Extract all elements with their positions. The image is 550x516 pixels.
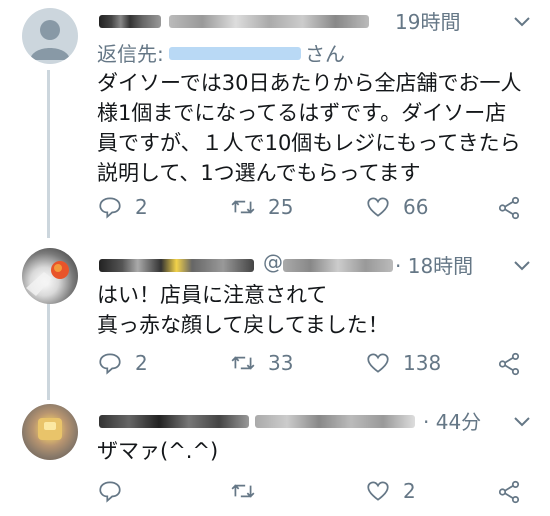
retweet-icon: [231, 484, 255, 498]
chevron-down-icon[interactable]: [510, 409, 534, 433]
user-avatar[interactable]: [22, 404, 78, 460]
reply-button[interactable]: 2: [97, 194, 148, 220]
tweet-text-line: はい！店員に注意されて: [97, 283, 328, 307]
user-avatar[interactable]: [22, 248, 78, 304]
user-handle[interactable]: [283, 259, 393, 272]
display-name[interactable]: [99, 15, 161, 28]
chevron-down-icon[interactable]: [510, 9, 534, 33]
tweet-actions: 2: [97, 478, 550, 508]
tweet-text-line: 真っ赤な顔して戻してました！: [97, 313, 389, 337]
tweet-time[interactable]: · 18時間: [395, 250, 473, 279]
retweet-button[interactable]: 33: [230, 350, 293, 376]
tweet-text-line: 様1個までになってるはずです。ダイソー店: [97, 101, 507, 125]
like-icon: [367, 353, 389, 373]
tweet-text-line: ダイソーでは30日あたりから全店舗でお一人: [97, 71, 522, 95]
like-button[interactable]: 66: [365, 194, 428, 220]
tweet-text: はい！店員に注意されて 真っ赤な顔して戻してました！: [97, 280, 534, 340]
tweet-header: 19時間: [97, 6, 534, 36]
share-icon[interactable]: [496, 479, 522, 505]
tweet-actions: 2 25 66: [97, 194, 550, 224]
reply-count: 2: [135, 351, 148, 375]
handle-prefix: @: [263, 250, 283, 274]
retweet-count: 33: [268, 351, 294, 375]
retweet-count: 25: [268, 195, 294, 219]
reply-to-prefix: 返信先:: [97, 42, 164, 66]
thread-line: [47, 70, 50, 238]
reply-button[interactable]: [97, 478, 135, 504]
tweet-header: · 44分: [97, 406, 534, 436]
retweet-button[interactable]: [230, 478, 268, 504]
thread-line: [47, 296, 50, 400]
default-avatar-icon[interactable]: [22, 8, 78, 64]
reply-icon: [99, 353, 121, 375]
like-count: 138: [403, 351, 442, 375]
reply-button[interactable]: 2: [97, 350, 148, 376]
share-icon[interactable]: [496, 195, 522, 221]
tweet-text-line: ザマァ(^.^): [97, 439, 219, 463]
retweet-icon: [231, 200, 255, 214]
tweet-text: ザマァ(^.^): [97, 436, 534, 466]
retweet-icon: [231, 356, 255, 370]
like-button[interactable]: 138: [365, 350, 441, 376]
like-count: 66: [403, 195, 429, 219]
tweet-time[interactable]: · 44分: [423, 406, 481, 435]
user-handle[interactable]: [169, 15, 369, 28]
reply-mention[interactable]: [169, 47, 301, 60]
reply-count: 2: [135, 195, 148, 219]
reply-icon: [99, 197, 121, 219]
like-icon: [367, 197, 389, 217]
reply-to: 返信先: さん: [97, 38, 534, 68]
reply-to-suffix: さん: [305, 42, 345, 66]
retweet-button[interactable]: 25: [230, 194, 293, 220]
reply-icon: [99, 481, 121, 503]
tweet-text-line: 員ですが、１人で10個もレジにもってきたら: [97, 131, 521, 155]
share-icon[interactable]: [496, 351, 522, 377]
display-name[interactable]: [99, 259, 254, 272]
tweet-time[interactable]: 19時間: [395, 6, 460, 35]
tweet-header: @ · 18時間: [97, 250, 534, 280]
like-button[interactable]: 2: [365, 478, 416, 504]
tweet-text-line: 説明して、1つ選んでもらってます: [97, 161, 421, 185]
user-handle[interactable]: [255, 415, 415, 428]
tweet-text: ダイソーでは30日あたりから全店舗でお一人 様1個までになってるはずです。ダイソ…: [97, 68, 534, 188]
chevron-down-icon[interactable]: [510, 253, 534, 277]
like-count: 2: [403, 479, 416, 503]
display-name[interactable]: [99, 415, 249, 428]
like-icon: [367, 481, 389, 501]
tweet-actions: 2 33 138: [97, 350, 550, 380]
